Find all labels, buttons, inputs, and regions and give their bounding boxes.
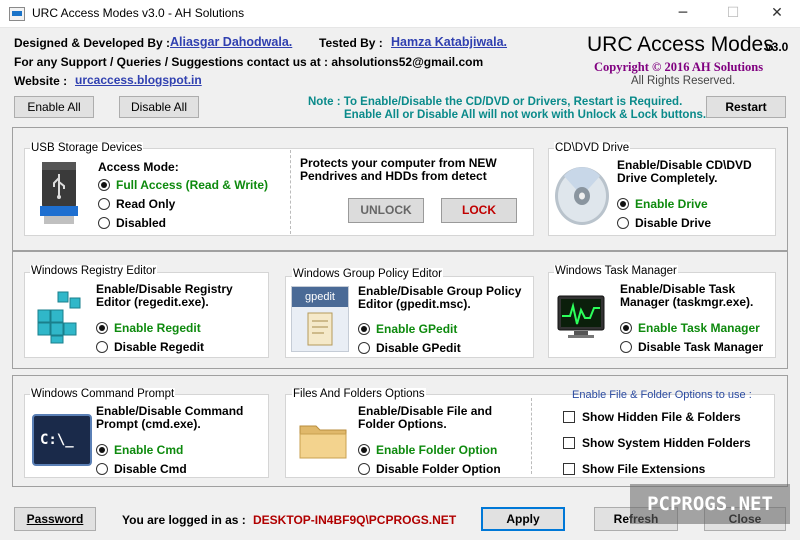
show-file-extensions-checkbox[interactable]: Show File Extensions: [563, 462, 705, 476]
restart-button[interactable]: Restart: [706, 96, 786, 118]
designed-label: Designed & Developed By :: [14, 36, 171, 50]
cd-disable-drive-radio[interactable]: Disable Drive: [617, 216, 711, 230]
note-line-2: Enable All or Disable All will not work …: [344, 109, 707, 121]
rights-text: All Rights Reserved.: [631, 75, 736, 87]
folders-enable-radio[interactable]: Enable Folder Option: [358, 443, 497, 457]
folder-checks-heading: Enable File & Folder Options to use :: [572, 389, 752, 401]
app-version: v3.0: [765, 40, 789, 54]
note-line-1: Note : To Enable/Disable the CD/DVD or D…: [308, 96, 683, 108]
folders-disable-radio[interactable]: Disable Folder Option: [358, 462, 501, 476]
minimize-button[interactable]: ─: [660, 0, 706, 28]
cmd-disable-radio[interactable]: Disable Cmd: [96, 462, 187, 476]
window-title: URC Access Modes v3.0 - AH Solutions: [32, 6, 245, 20]
gpedit-desc: Enable/Disable Group Policy Editor (gped…: [358, 284, 522, 311]
cmd-enable-radio[interactable]: Enable Cmd: [96, 443, 183, 457]
close-window-button[interactable]: ✕: [754, 0, 800, 28]
show-hidden-files-checkbox[interactable]: Show Hidden File & Folders: [563, 410, 741, 424]
cd-disc-icon: [555, 167, 609, 225]
disable-all-button[interactable]: Disable All: [119, 96, 199, 118]
registry-desc: Enable/Disable Registry Editor (regedit.…: [96, 282, 233, 309]
cmd-group-label: Windows Command Prompt: [30, 388, 176, 400]
usb-read-only-radio[interactable]: Read Only: [98, 197, 175, 211]
title-bar: URC Access Modes v3.0 - AH Solutions ─ ☐…: [0, 0, 800, 28]
cd-enable-drive-radio[interactable]: Enable Drive: [617, 197, 708, 211]
app-name: URC Access Modes: [587, 33, 774, 56]
watermark: PCPROGS.NET: [630, 484, 790, 524]
tested-label: Tested By :: [319, 36, 383, 50]
usb-mode-label: Access Mode:: [98, 160, 179, 174]
logged-in-user: DESKTOP-IN4BF9Q\PCPROGS.NET: [253, 513, 457, 527]
taskmgr-desc: Enable/Disable Task Manager (taskmgr.exe…: [620, 282, 754, 309]
password-button[interactable]: Password: [14, 507, 96, 531]
gpedit-disable-radio[interactable]: Disable GPedit: [358, 341, 461, 355]
taskmgr-disable-radio[interactable]: Disable Task Manager: [620, 340, 763, 354]
usb-drive-icon: [40, 162, 78, 224]
usb-protect-text: Protects your computer from NEW Pendrive…: [300, 156, 497, 183]
support-text: For any Support / Queries / Suggestions …: [14, 55, 484, 69]
lock-button[interactable]: LOCK: [441, 198, 517, 223]
unlock-button[interactable]: UNLOCK: [348, 198, 424, 223]
folders-divider: [531, 398, 532, 474]
registry-group-label: Windows Registry Editor: [30, 265, 158, 277]
maximize-button[interactable]: ☐: [710, 0, 756, 28]
folders-group-label: Files And Folders Options: [292, 388, 426, 400]
usb-divider: [290, 150, 291, 234]
tester-link[interactable]: Hamza Katabjiwala.: [391, 35, 507, 49]
logged-in-label: You are logged in as :: [122, 513, 246, 527]
gpedit-icon: gpedit: [291, 286, 349, 352]
taskmgr-group-label: Windows Task Manager: [554, 265, 678, 277]
usb-group-label: USB Storage Devices: [30, 142, 144, 154]
folder-icon: [299, 425, 347, 459]
usb-disabled-radio[interactable]: Disabled: [98, 216, 166, 230]
cmd-desc: Enable/Disable Command Prompt (cmd.exe).: [96, 404, 244, 431]
taskmgr-enable-radio[interactable]: Enable Task Manager: [620, 321, 760, 335]
registry-enable-radio[interactable]: Enable Regedit: [96, 321, 201, 335]
folders-desc: Enable/Disable File and Folder Options.: [358, 404, 493, 431]
website-link[interactable]: urcaccess.blogspot.in: [75, 73, 202, 87]
cd-group-label: CD\DVD Drive: [554, 142, 631, 154]
show-system-hidden-checkbox[interactable]: Show System Hidden Folders: [563, 436, 751, 450]
cd-desc: Enable/Disable CD\DVD Drive Completely.: [617, 158, 752, 185]
task-manager-monitor-icon: [557, 295, 605, 338]
designer-link[interactable]: Aliasgar Dahodwala.: [170, 35, 292, 49]
app-icon: [9, 7, 25, 21]
registry-disable-radio[interactable]: Disable Regedit: [96, 340, 204, 354]
gpedit-group-label: Windows Group Policy Editor: [292, 268, 443, 280]
command-prompt-icon: C:\_: [32, 414, 92, 466]
copyright-text: Copyright © 2016 AH Solutions: [594, 60, 764, 74]
gpedit-enable-radio[interactable]: Enable GPedit: [358, 322, 457, 336]
registry-cubes-icon: [37, 291, 81, 344]
enable-all-button[interactable]: Enable All: [14, 96, 94, 118]
usb-full-access-radio[interactable]: Full Access (Read & Write): [98, 178, 268, 192]
apply-button[interactable]: Apply: [481, 507, 565, 531]
website-label: Website :: [14, 74, 68, 88]
